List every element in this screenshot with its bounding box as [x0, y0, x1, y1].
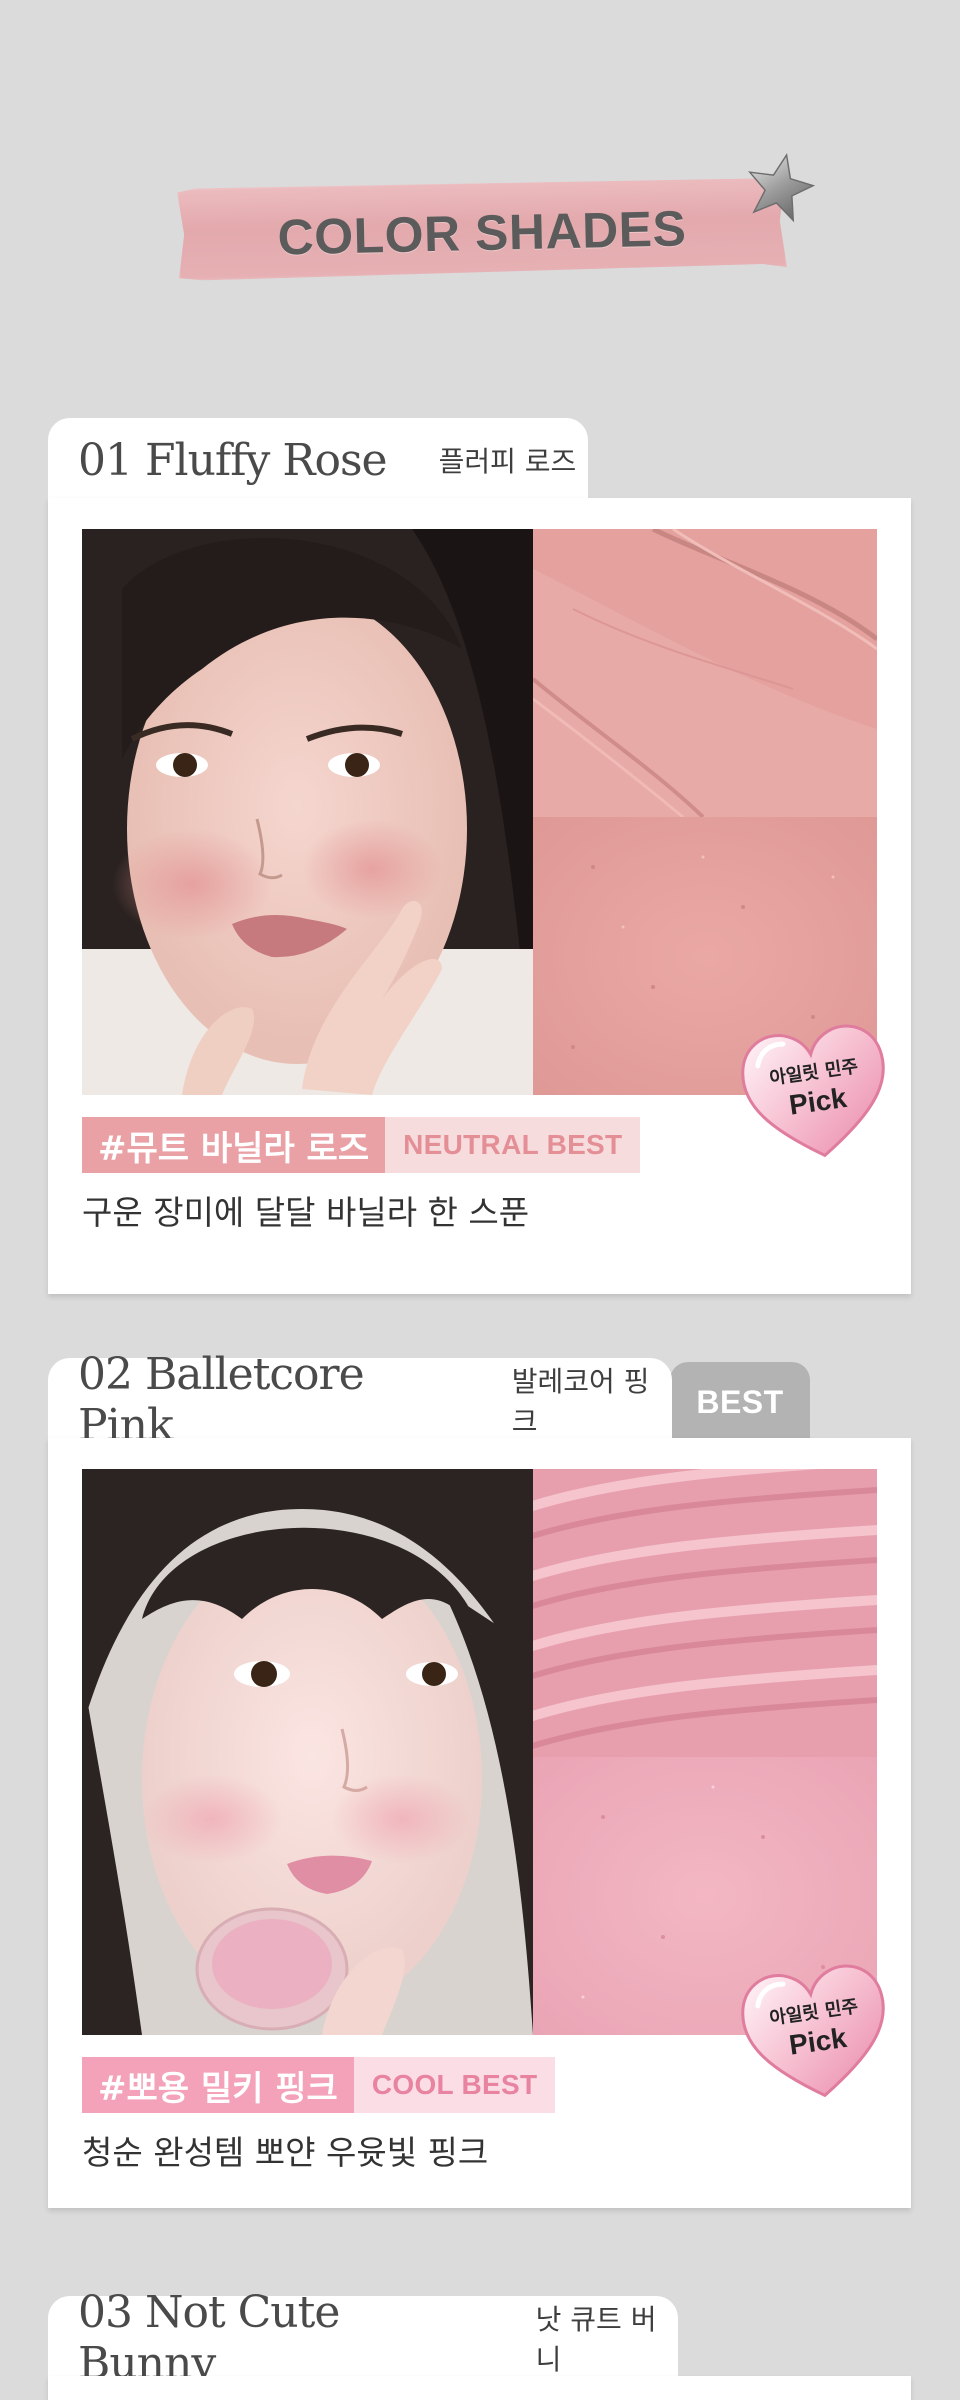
shade-tags: #뽀용 밀키 핑크 COOL BEST: [82, 2057, 556, 2113]
tone-tag: NEUTRAL BEST: [385, 1117, 641, 1173]
section-title: COLOR SHADES: [172, 153, 816, 282]
shade-tab: 03 Not Cute Bunny 낫 큐트 버니: [48, 2287, 678, 2389]
best-tab: BEST: [670, 1362, 810, 1442]
shade-card-body: #뽀용 밀키 핑크 COOL BEST 청순 완성템 뽀얀 우윳빛 핑크 아일릿…: [48, 1438, 911, 2208]
pick-badge: 아일릿 민주 Pick: [736, 1958, 896, 2106]
shade-name: 01 Fluffy Rose: [78, 434, 388, 486]
model-photo: [82, 1469, 533, 2035]
shade-card-body: #뮤트 바닐라 로즈 NEUTRAL BEST 구운 장미에 달달 바닐라 한 …: [48, 498, 911, 1294]
shade-description: 청순 완성템 뽀얀 우윳빛 핑크: [82, 2133, 489, 2172]
pick-badge: 아일릿 민주 Pick: [736, 1018, 896, 1166]
shade-card-body: [48, 2376, 911, 2400]
star-icon: [748, 153, 816, 222]
hashtag-label: #뽀용 밀키 핑크: [82, 2057, 354, 2113]
shade-kr-name: 낫 큐트 버니: [535, 2303, 657, 2376]
shade-name: 03 Not Cute Bunny: [78, 2287, 340, 2389]
model-photo: [82, 529, 533, 1095]
texture-swatch-smear: [533, 529, 877, 817]
shade-tab: 02 Balletcore Pink 발레코어 핑크: [48, 1349, 672, 1451]
texture-swatch-smear: [533, 1469, 877, 1757]
hashtag-label: #뮤트 바닐라 로즈: [82, 1117, 386, 1173]
shade-kr-name: 플러피 로즈: [438, 445, 577, 478]
shade-description: 구운 장미에 달달 바닐라 한 스푼: [82, 1193, 530, 1232]
shade-tags: #뮤트 바닐라 로즈 NEUTRAL BEST: [82, 1117, 641, 1173]
shade-kr-name: 발레코어 핑크: [511, 1365, 650, 1438]
shade-name: 02 Balletcore Pink: [78, 1349, 365, 1451]
tone-tag: COOL BEST: [353, 2057, 556, 2113]
shade-tab: 01 Fluffy Rose 플러피 로즈: [48, 418, 588, 502]
